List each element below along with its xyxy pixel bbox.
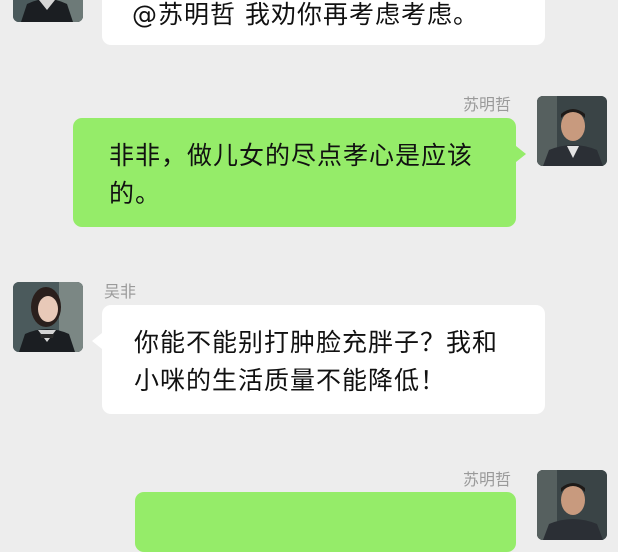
message-row: 吴非 你能不能别打肿脸充胖子？我和小咪的生活质量不能降低！ [0,282,618,417]
woman-avatar-icon[interactable] [13,0,83,22]
message-bubble[interactable]: @苏明哲 我劝你再考虑考虑。 [102,0,545,45]
message-row: 苏明哲 非非，做儿女的尽点孝心是应该的。 [0,95,618,230]
man-avatar-icon[interactable] [537,96,607,166]
chat-thread: @苏明哲 我劝你再考虑考虑。 苏明哲 非非，做儿女的尽点孝心是应该的。 吴非 你… [0,0,618,552]
message-bubble[interactable] [135,492,516,552]
message-text: 非非，做儿女的尽点孝心是应该的。 [109,141,474,208]
bubble-tail [516,146,526,162]
message-text: 你能不能别打肿脸充胖子？我和小咪的生活质量不能降低！ [134,328,499,395]
sender-name: 吴非 [104,282,137,301]
bubble-tail [92,333,102,349]
message-text: @苏明哲 我劝你再考虑考虑。 [132,0,479,29]
sender-name: 苏明哲 [463,95,512,114]
message-bubble[interactable]: 你能不能别打肿脸充胖子？我和小咪的生活质量不能降低！ [102,305,545,414]
sender-name: 苏明哲 [463,470,512,489]
message-row: 苏明哲 [0,470,618,552]
woman-avatar-icon[interactable] [13,282,83,352]
message-row: @苏明哲 我劝你再考虑考虑。 [0,0,618,50]
man-avatar-icon[interactable] [537,470,607,540]
message-bubble[interactable]: 非非，做儿女的尽点孝心是应该的。 [73,118,516,227]
